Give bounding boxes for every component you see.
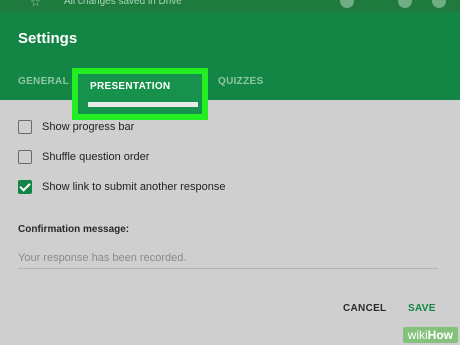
shuffle-question-order-label: Shuffle question order [42,151,150,163]
watermark-part-1: wiki [407,328,428,342]
app-top-bar: ☆ All changes saved in Drive [0,0,460,12]
show-progress-bar-label: Show progress bar [42,121,135,133]
save-button[interactable]: SAVE [408,303,436,314]
confirmation-message-label: Confirmation message: [18,224,130,235]
wikihow-watermark: wikiHow [402,327,458,343]
shuffle-question-order-checkbox[interactable] [18,150,32,164]
tab-presentation[interactable]: PRESENTATION [90,81,170,92]
palette-icon[interactable] [340,0,354,8]
tab-presentation-highlight: PRESENTATION [72,68,208,120]
show-submit-another-link-label: Show link to submit another response [42,181,226,193]
dialog-header: Settings GENERAL PRESENTATION QUIZZES [0,12,460,120]
cancel-button[interactable]: CANCEL [343,303,386,314]
watermark-part-2: How [427,328,453,342]
confirmation-message-input[interactable] [18,248,438,269]
show-submit-another-link-checkbox[interactable] [18,180,32,194]
save-status-text: All changes saved in Drive [64,0,182,7]
star-icon[interactable]: ☆ [30,0,41,8]
settings-gear-icon[interactable] [432,0,446,8]
show-progress-bar-checkbox[interactable] [18,120,32,134]
active-tab-indicator [88,102,198,107]
settings-dialog: Settings GENERAL PRESENTATION QUIZZES Sh… [0,12,460,345]
tab-general[interactable]: GENERAL [18,76,69,87]
tab-quizzes[interactable]: QUIZZES [218,76,263,87]
preview-icon[interactable] [398,0,412,8]
dialog-title: Settings [18,30,78,47]
